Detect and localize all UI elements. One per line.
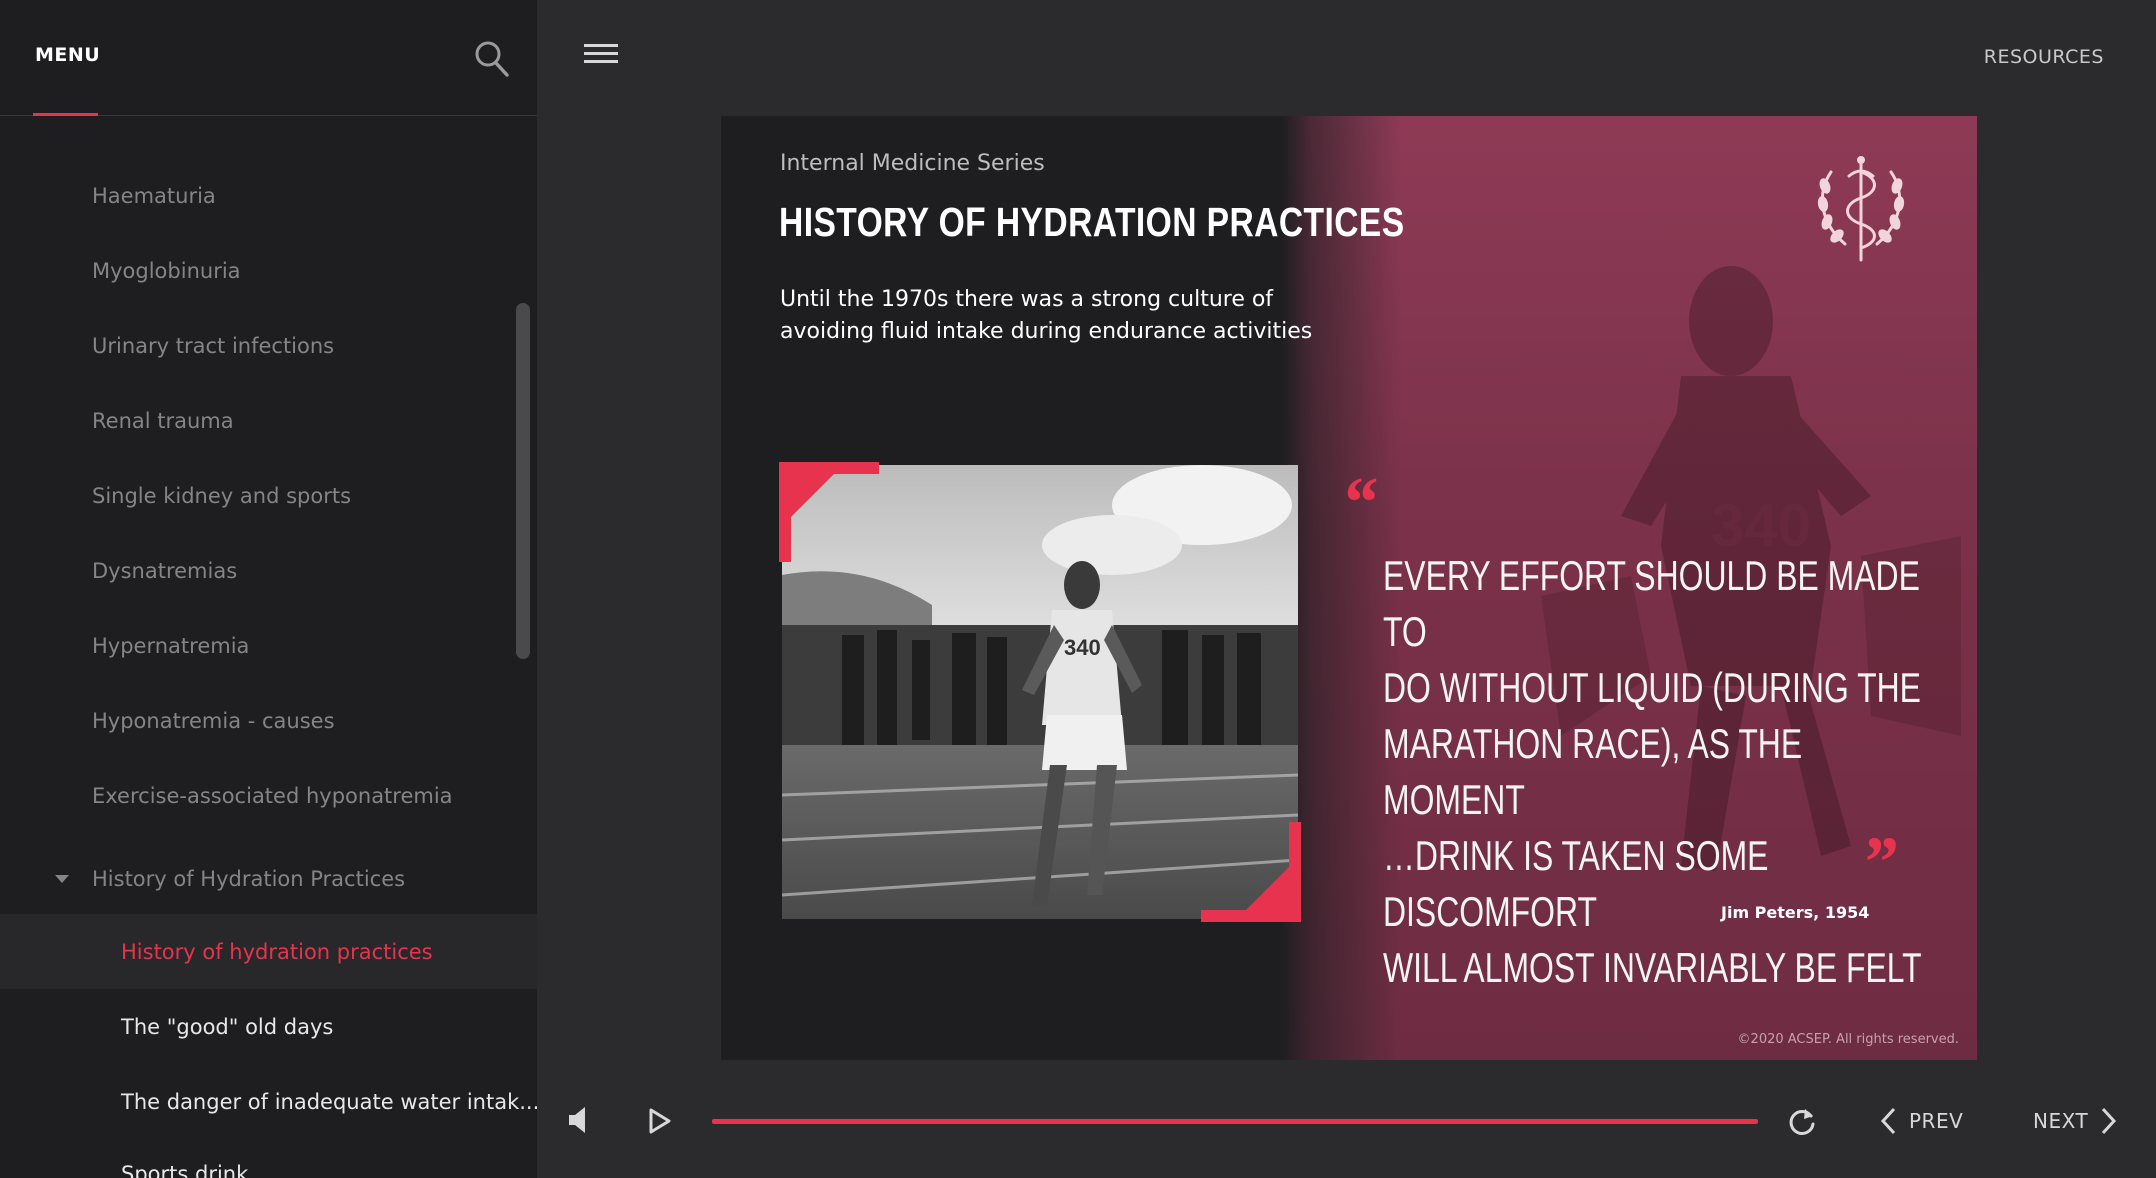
prev-button[interactable]: PREV (1877, 1104, 1963, 1138)
replay-icon[interactable] (1787, 1106, 1817, 1136)
chevron-right-icon (2102, 1107, 2117, 1135)
sidebar-item-label: Single kidney and sports (92, 483, 352, 508)
sidebar-item-hypernatremia[interactable]: Hypernatremia (0, 608, 537, 683)
sidebar-item-label: Dysnatremias (92, 558, 238, 583)
sidebar-subitem-danger-inadequate-water[interactable]: The danger of inadequate water intak... (0, 1064, 537, 1139)
app-window: MENU Haematuria Myoglobinuria Urinary tr… (0, 0, 2156, 1178)
sidebar-item-renal-trauma[interactable]: Renal trauma (0, 383, 537, 458)
progress-bar[interactable] (712, 1119, 1758, 1124)
next-button[interactable]: NEXT (2033, 1104, 2120, 1138)
quote-author: Jim Peters, 1954 (1721, 903, 1870, 922)
sidebar-item-label: Urinary tract infections (92, 333, 335, 358)
menu-tab[interactable]: MENU (35, 44, 100, 66)
slide-intro-text: Until the 1970s there was a strong cultu… (780, 284, 1340, 348)
sidebar-subitem-label: The "good" old days (121, 1014, 334, 1039)
sidebar-item-label: Hypernatremia (92, 633, 250, 658)
sidebar-header: MENU (0, 0, 537, 116)
slide-title: HISTORY OF HYDRATION PRACTICES (779, 199, 1405, 245)
sidebar-item-myoglobinuria[interactable]: Myoglobinuria (0, 233, 537, 308)
frame-corner-accent (1201, 822, 1301, 922)
sidebar-item-label: History of Hydration Practices (92, 866, 406, 891)
sidebar-subitem-label: The danger of inadequate water intak... (121, 1089, 537, 1114)
hamburger-menu-icon[interactable] (584, 44, 618, 66)
sidebar-item-history-of-hydration-practices[interactable]: History of Hydration Practices (0, 841, 537, 916)
sidebar-item-label: Exercise-associated hyponatremia (92, 783, 453, 808)
quote-line: MARATHON RACE), AS THE MOMENT (1383, 720, 1803, 823)
sidebar-item-label: Haematuria (92, 183, 216, 208)
sidebar-subitem-label: History of hydration practices (121, 939, 433, 964)
svg-text:340: 340 (1064, 635, 1101, 660)
slide-canvas: 340 Internal Medicine Series HISTORY OF … (721, 116, 1977, 1060)
sidebar-subitem-good-old-days[interactable]: The "good" old days (0, 989, 537, 1064)
historical-photo-frame: 340 (779, 462, 1301, 922)
quote-line: WILL ALMOST INVARIABLY BE FELT (1383, 944, 1922, 991)
sidebar-item-label: Myoglobinuria (92, 258, 241, 283)
next-label: NEXT (2033, 1109, 2089, 1133)
search-icon[interactable] (474, 40, 510, 78)
copyright-notice: ©2020 ACSEP. All rights reserved. (1737, 1032, 1959, 1047)
series-label: Internal Medicine Series (780, 151, 1045, 176)
caret-down-icon[interactable] (55, 874, 69, 883)
sidebar-item-haematuria[interactable]: Haematuria (0, 158, 537, 233)
sidebar-item-label: Renal trauma (92, 408, 234, 433)
sidebar-item-label: Hyponatremia - causes (92, 708, 335, 733)
sidebar-menu: MENU Haematuria Myoglobinuria Urinary tr… (0, 0, 537, 1178)
sidebar-subitem-label: Sports drink (121, 1161, 249, 1178)
caduceus-laurel-logo-icon (1817, 156, 1905, 262)
volume-icon[interactable] (567, 1106, 591, 1134)
sidebar-subitem-history-of-hydration-practices[interactable]: History of hydration practices (0, 914, 537, 989)
chevron-left-icon (1880, 1107, 1896, 1135)
open-quote-mark: “ (1341, 462, 1377, 542)
play-icon[interactable] (649, 1108, 671, 1134)
intro-line: avoiding fluid intake during endurance a… (780, 319, 1313, 344)
main-area: RESOURCES 340 Internal Medicine Series H… (537, 0, 2156, 1178)
sidebar-item-single-kidney[interactable]: Single kidney and sports (0, 458, 537, 533)
quote-line: DO WITHOUT LIQUID (DURING THE (1383, 664, 1921, 711)
player-controls: PREV NEXT (537, 1060, 2156, 1178)
frame-corner-accent (779, 462, 879, 562)
sidebar-item-hyponatremia-causes[interactable]: Hyponatremia - causes (0, 683, 537, 758)
sidebar-item-urinary-tract-infections[interactable]: Urinary tract infections (0, 308, 537, 383)
quote-text: EVERY EFFORT SHOULD BE MADE TO DO WITHOU… (1383, 548, 1945, 996)
prev-label: PREV (1909, 1109, 1964, 1133)
resources-button[interactable]: RESOURCES (1984, 46, 2104, 68)
sidebar-item-dysnatremias[interactable]: Dysnatremias (0, 533, 537, 608)
intro-line: Until the 1970s there was a strong cultu… (780, 287, 1274, 312)
sidebar-scrollbar[interactable] (516, 303, 530, 659)
close-quote-mark: ” (1861, 822, 1897, 902)
sidebar-subitem-sports-drink[interactable]: Sports drink (0, 1136, 537, 1178)
quote-line: EVERY EFFORT SHOULD BE MADE TO (1383, 552, 1920, 655)
sidebar-item-exercise-associated-hyponatremia[interactable]: Exercise-associated hyponatremia (0, 758, 537, 833)
menu-tab-underline (33, 113, 98, 116)
